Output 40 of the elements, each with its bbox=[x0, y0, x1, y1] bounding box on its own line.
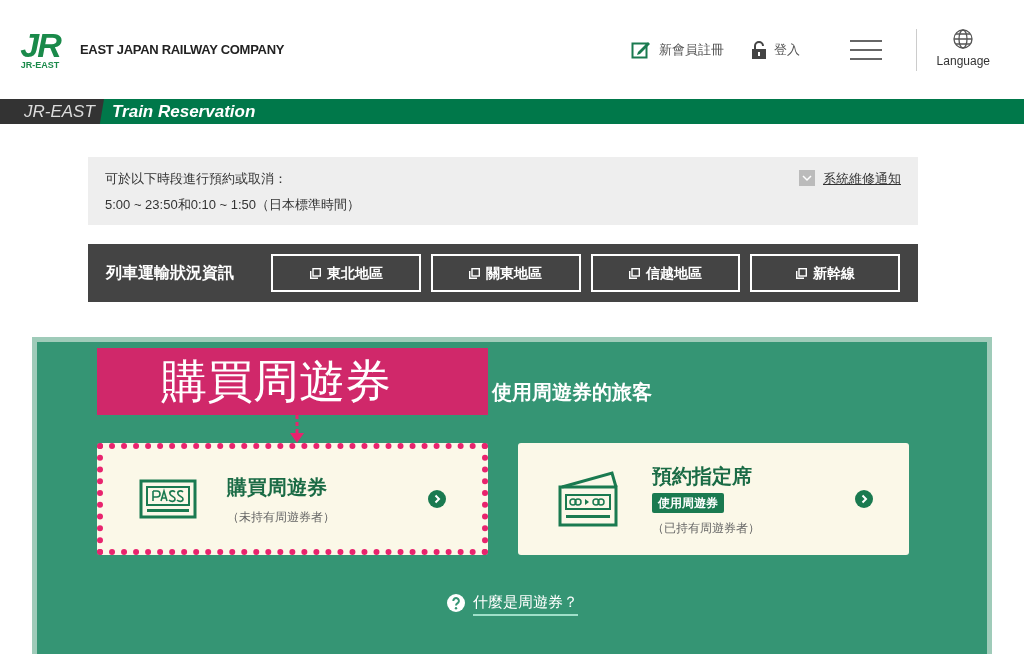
region-button[interactable]: 信越地區 bbox=[590, 254, 741, 292]
chevron-right-icon bbox=[855, 490, 873, 508]
help-icon bbox=[446, 594, 465, 613]
company-name: EAST JAPAN RAILWAY COMPANY bbox=[80, 40, 285, 59]
card-title: 預約指定席 bbox=[652, 464, 753, 489]
chevron-right-icon bbox=[428, 490, 446, 508]
annotation-label: 購買周遊券 bbox=[97, 348, 488, 415]
menu-icon[interactable] bbox=[849, 39, 882, 60]
section-heading: 使用周遊券的旅客 bbox=[492, 380, 652, 405]
brand-label: JR-EAST bbox=[0, 99, 104, 124]
register-link[interactable]: 新會員註冊 bbox=[630, 39, 724, 60]
notice-text: 5:00 ~ 23:50和0:10 ~ 1:50（日本標準時間） bbox=[105, 195, 361, 214]
globe-icon bbox=[953, 29, 974, 49]
help-link[interactable]: 什麼是周遊券？ bbox=[446, 591, 578, 616]
window-icon bbox=[309, 267, 321, 279]
language-button[interactable]: Language bbox=[936, 29, 990, 70]
card-subtitle: （已持有周遊券者） bbox=[652, 520, 761, 537]
window-icon bbox=[795, 267, 807, 279]
pass-card-icon bbox=[139, 479, 197, 519]
title-label: Train Reservation bbox=[112, 101, 256, 123]
edit-icon bbox=[630, 39, 651, 60]
option-card[interactable]: 購買周遊券 （未持有周遊券者） bbox=[97, 443, 488, 555]
dropdown-icon bbox=[799, 170, 815, 186]
window-icon bbox=[629, 267, 641, 279]
annotation-arrow bbox=[290, 415, 304, 445]
notice-text: 可於以下時段進行預約或取消： bbox=[105, 170, 288, 188]
status-label: 列車運輸狀況資訊 bbox=[106, 263, 235, 283]
region-button[interactable]: 東北地區 bbox=[271, 254, 422, 292]
pass-tag: 使用周遊券 bbox=[652, 493, 724, 513]
logo-mark[interactable]: JR bbox=[20, 29, 60, 60]
region-button[interactable]: 關東地區 bbox=[431, 254, 581, 292]
window-icon bbox=[469, 267, 481, 279]
login-link[interactable]: 登入 bbox=[751, 39, 800, 60]
card-subtitle: （未持有周遊券者） bbox=[227, 509, 336, 526]
card-title: 購買周遊券 bbox=[227, 475, 328, 500]
padlock-icon bbox=[751, 40, 766, 59]
option-card[interactable]: 預約指定席 使用周遊券 （已持有周遊券者） bbox=[518, 443, 909, 555]
maintenance-link[interactable]: 系統維修通知 bbox=[799, 169, 901, 225]
logo-subtitle: JR-EAST bbox=[20, 59, 60, 70]
region-button[interactable]: 新幹線 bbox=[750, 254, 900, 292]
